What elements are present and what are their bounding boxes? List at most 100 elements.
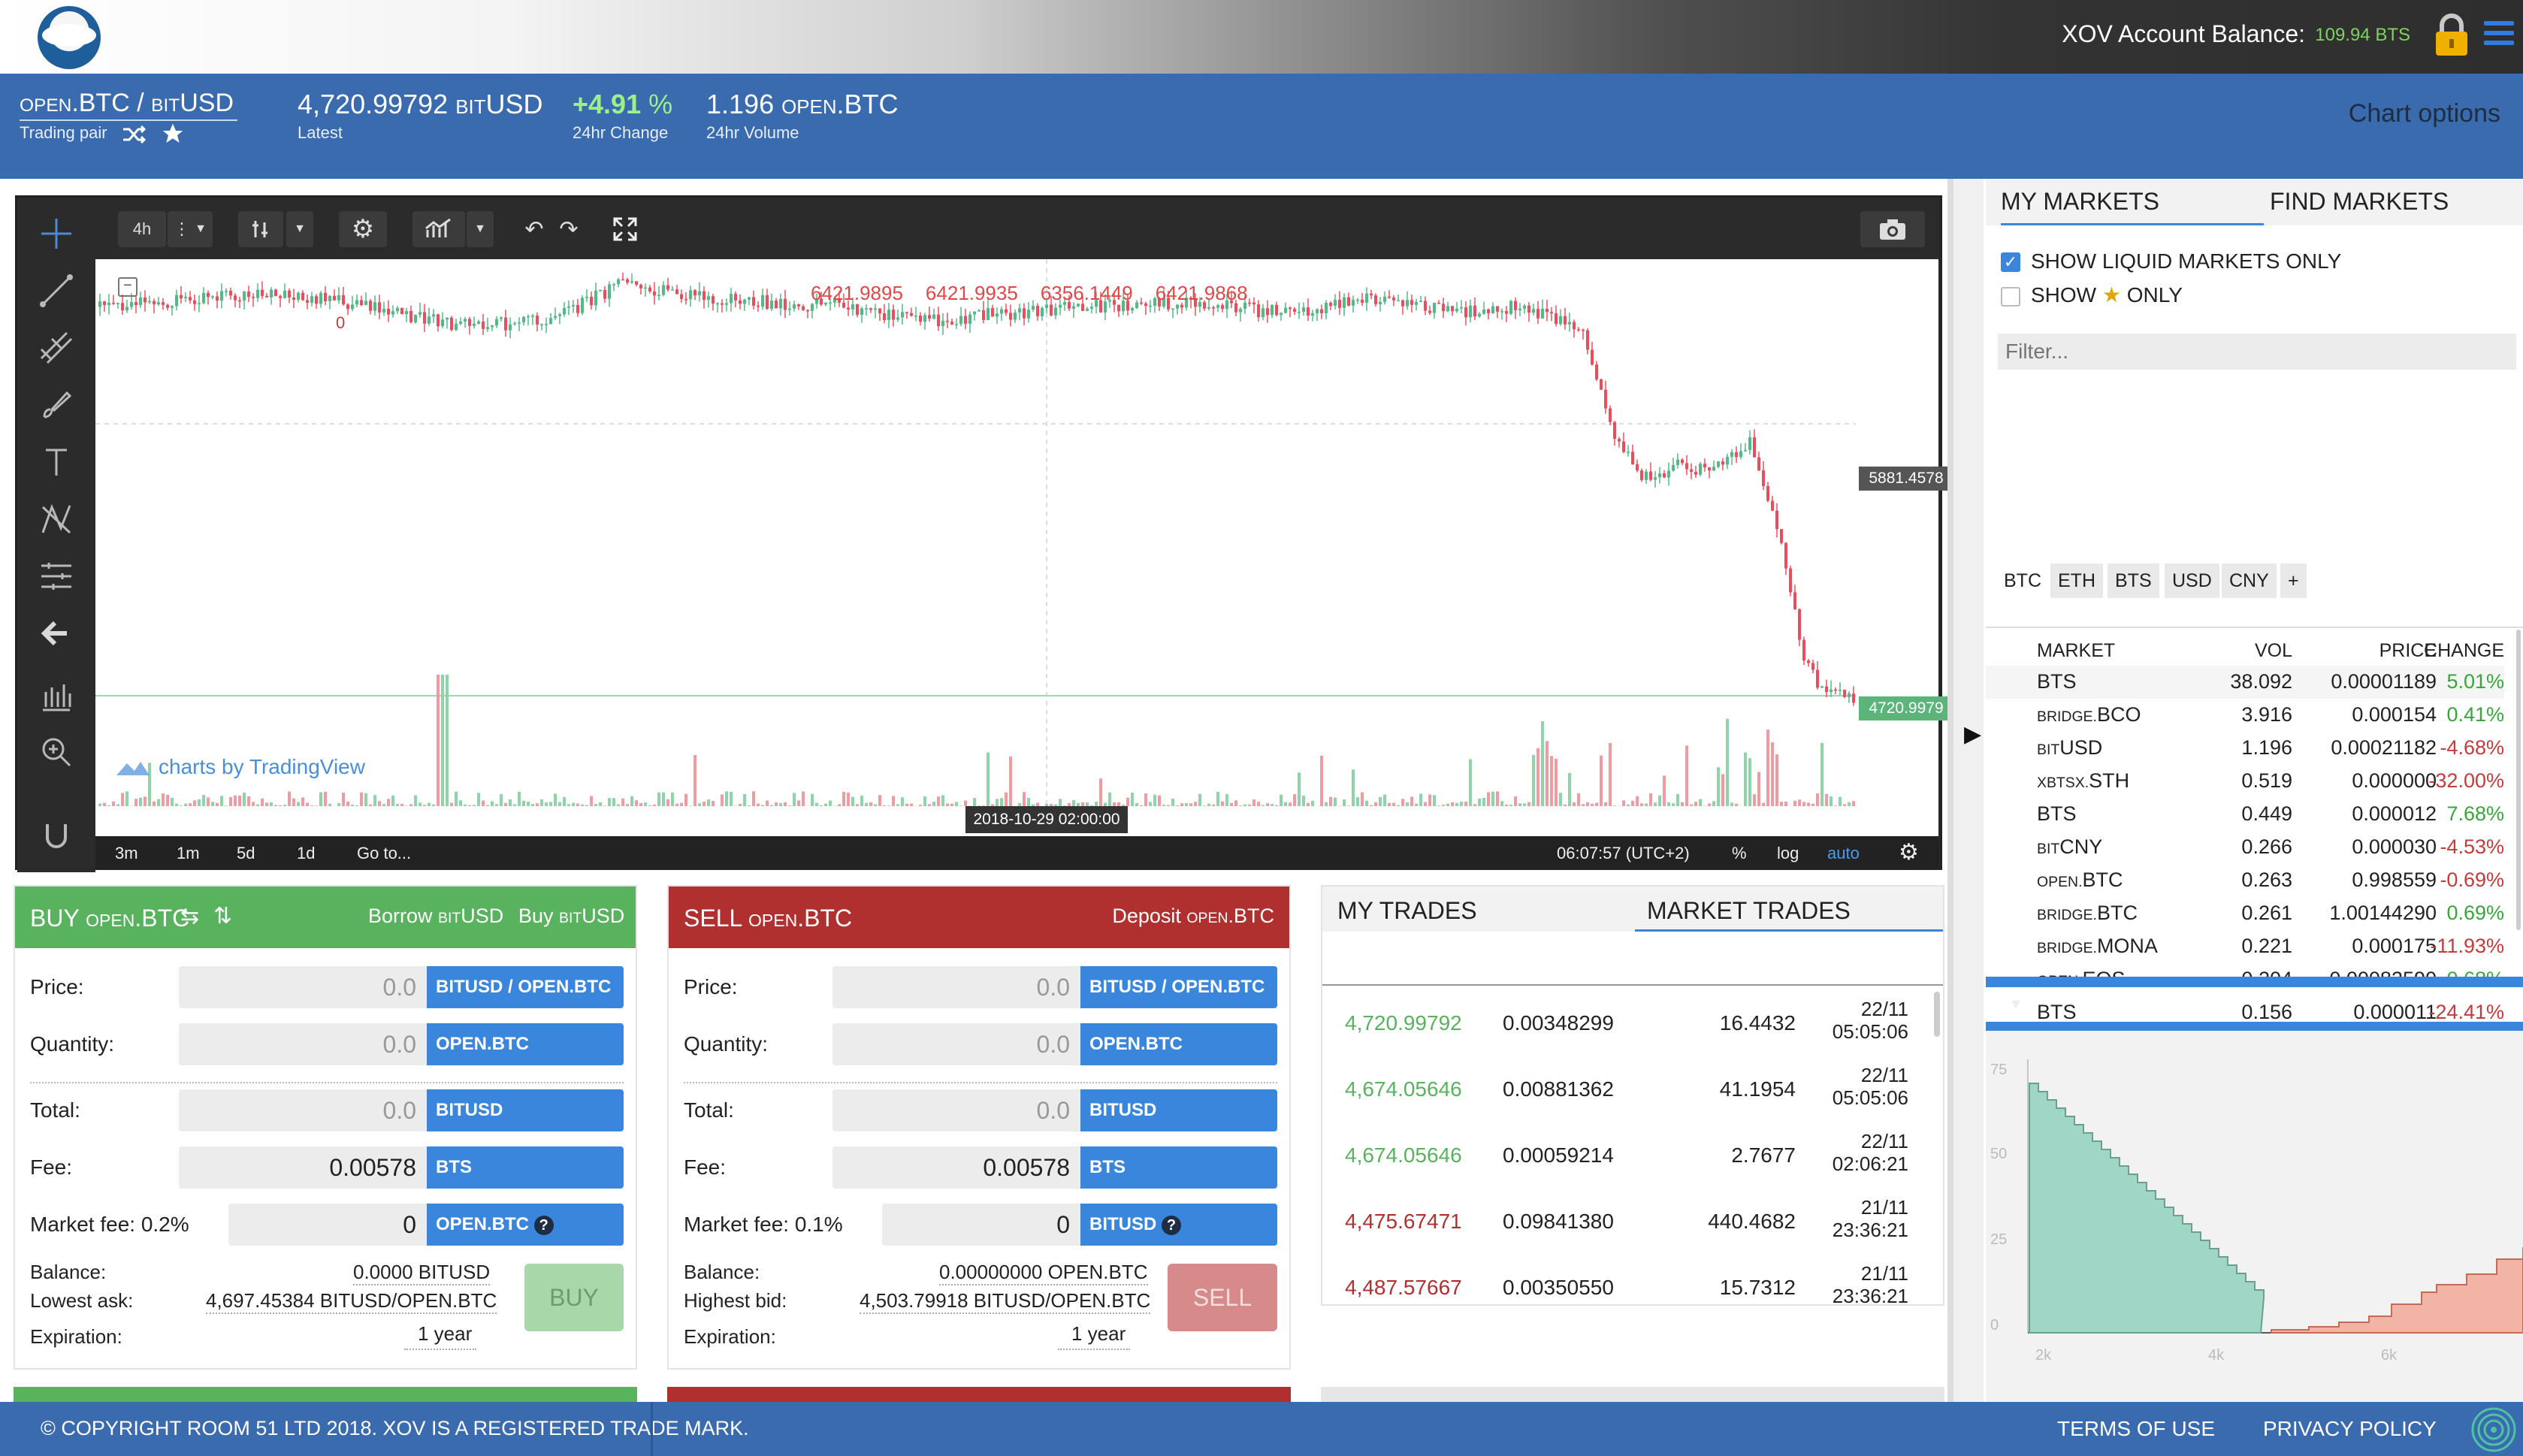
range-1m[interactable]: 1m [177, 844, 200, 863]
percent-scale-toggle[interactable]: % [1732, 844, 1747, 863]
tab-my-markets[interactable]: MY MARKETS [2001, 188, 2264, 225]
market-row[interactable]: BTS 38.092 0.00001189 5.01% [1986, 666, 2504, 699]
sell-button[interactable]: SELL [1168, 1264, 1277, 1331]
chart-type-button[interactable] [238, 211, 283, 247]
range-5d[interactable]: 5d [237, 844, 255, 863]
chart-plot-area[interactable]: − 0 6421.9895 6421.9935 6356.1449 6421.9… [95, 259, 1953, 836]
terms-of-use-link[interactable]: TERMS OF USE [2057, 1417, 2215, 1441]
trade-row[interactable]: 4,674.05646 0.00881362 41.1954 22/11 05:05:0… [1322, 1064, 1943, 1124]
chart-properties-gear-icon[interactable]: ⚙ [1899, 839, 1919, 865]
interval-selector[interactable]: 4h [118, 211, 166, 247]
prediction-tool-icon[interactable] [37, 557, 76, 596]
hamburger-menu-icon[interactable] [2484, 21, 2514, 51]
chart-type-dropdown[interactable]: ▼ [286, 211, 313, 247]
markets-scrollbar[interactable] [2516, 630, 2521, 930]
star-favorite-icon[interactable] [161, 122, 185, 146]
sell-balance-value[interactable]: 0.00000000 OPEN.BTC [939, 1261, 1148, 1285]
market-chip-eth[interactable]: ETH [2050, 563, 2103, 598]
fullscreen-button[interactable] [606, 211, 644, 247]
buy-price-unit[interactable]: BITUSD / OPEN.BTC [427, 966, 624, 1008]
trading-pair-selector[interactable]: OPEN.BTC / BITUSD [20, 89, 237, 121]
market-chip-usd[interactable]: USD [2165, 563, 2219, 598]
sell-total-input[interactable]: 0.0 [832, 1089, 1080, 1131]
market-row[interactable]: BITCNY 0.266 0.000030 -4.53% [1986, 831, 2504, 864]
tab-find-markets[interactable]: FIND MARKETS [2270, 188, 2449, 216]
market-row[interactable]: XBTSX.STH 0.519 0.000000 -32.00% [1986, 765, 2504, 798]
col-market[interactable]: MARKET [2037, 640, 2115, 662]
main-scrollbar[interactable] [1947, 179, 1953, 1403]
market-row[interactable]: BITUSD 1.196 0.00021182 -4.68% [1986, 732, 2504, 765]
sell-price-unit[interactable]: BITUSD / OPEN.BTC [1080, 966, 1277, 1008]
chart-settings-button[interactable]: ⚙ [339, 211, 387, 247]
buy-button[interactable]: BUY [524, 1264, 624, 1331]
borrow-link[interactable]: Borrow bitUSD [368, 905, 503, 928]
tradingview-watermark[interactable]: charts by TradingView [115, 755, 365, 779]
screenshot-button[interactable] [1860, 211, 1925, 247]
back-arrow-icon[interactable] [37, 614, 76, 653]
indicators-button[interactable] [412, 211, 465, 247]
sell-fee-input[interactable]: 0.00578 [832, 1146, 1080, 1189]
flip-pair-icon[interactable] [122, 125, 146, 144]
depth-collapse-arrow-icon[interactable]: ▼ [2008, 996, 2023, 1013]
indicators-dropdown[interactable]: ▼ [467, 211, 494, 247]
measure-icon[interactable] [37, 677, 76, 716]
redo-button[interactable]: ↷ [552, 211, 585, 247]
sort-arrows-icon[interactable]: ⇅ [213, 903, 232, 929]
help-circle-icon[interactable]: ? [1162, 1216, 1182, 1235]
account-balance-value[interactable]: 109.94 BTS [2315, 25, 2410, 46]
trade-row[interactable]: 4,487.57667 0.00350550 15.7312 21/11 23:36:2… [1322, 1262, 1943, 1304]
buy-lowest-ask-value[interactable]: 4,697.45384 BITUSD/OPEN.BTC [206, 1289, 497, 1314]
text-tool-icon[interactable] [37, 443, 76, 482]
range-1d[interactable]: 1d [297, 844, 315, 863]
sell-price-input[interactable]: 0.0 [832, 966, 1080, 1008]
market-row[interactable]: BTS 0.449 0.000012 7.68% [1986, 798, 2504, 831]
market-row[interactable]: BRIDGE.MONA 0.221 0.000175 -11.93% [1986, 930, 2504, 963]
sell-highest-bid-value[interactable]: 4,503.79918 BITUSD/OPEN.BTC [860, 1289, 1151, 1314]
interval-dropdown[interactable]: ⋮ ▼ [168, 211, 213, 247]
magnet-icon[interactable] [37, 817, 76, 856]
buy-quantity-input[interactable]: 0.0 [179, 1023, 427, 1065]
buy-expiration-select[interactable]: 1 year [404, 1322, 477, 1350]
tab-my-trades[interactable]: MY TRADES [1337, 897, 1477, 925]
swap-arrows-icon[interactable]: ⇆ [180, 903, 199, 929]
market-chip-add[interactable]: + [2280, 563, 2307, 598]
buy-price-input[interactable]: 0.0 [179, 966, 427, 1008]
trade-row[interactable]: 4,674.05646 0.00059214 2.7677 22/11 02:06:21 [1322, 1130, 1943, 1190]
deposit-link[interactable]: Deposit OPEN.BTC [1112, 905, 1274, 928]
buy-asset-link[interactable]: Buy bitUSD [518, 905, 624, 928]
market-row[interactable]: BRIDGE.BTC 0.261 1.00144290 0.69% [1986, 897, 2504, 930]
col-vol[interactable]: VOL [2225, 640, 2292, 662]
sell-expiration-select[interactable]: 1 year [1058, 1322, 1131, 1350]
sell-quantity-input[interactable]: 0.0 [832, 1023, 1080, 1065]
sell-quantity-unit[interactable]: OPEN.BTC [1080, 1023, 1277, 1065]
trade-row[interactable]: 4,720.99792 0.00348299 16.4432 22/11 05:05:0… [1322, 998, 1943, 1058]
logo-icon[interactable] [38, 6, 101, 69]
buy-balance-value[interactable]: 0.0000 BITUSD [353, 1261, 491, 1285]
trades-scrollbar[interactable] [1934, 992, 1940, 1037]
log-scale-toggle[interactable]: log [1777, 844, 1799, 863]
lock-icon[interactable] [2433, 14, 2470, 57]
market-filter-input[interactable] [1998, 334, 2516, 370]
fib-tool-icon[interactable] [37, 328, 76, 367]
go-to-date-button[interactable]: Go to... [357, 844, 411, 863]
price-chart[interactable]: 4h ⋮ ▼ ▼ ⚙ ▼ ↶ ↷ − 0 6421.9895 6421.9935… [15, 195, 1953, 872]
tab-market-trades[interactable]: MARKET TRADES [1635, 897, 1943, 932]
sell-fee-asset-select[interactable]: BTS [1080, 1146, 1277, 1189]
pattern-tool-icon[interactable] [37, 500, 76, 539]
trend-line-icon[interactable] [37, 271, 76, 310]
range-3m[interactable]: 3m [115, 844, 138, 863]
market-chip-cny[interactable]: CNY [2222, 563, 2277, 598]
sell-total-unit[interactable]: BITUSD [1080, 1089, 1277, 1131]
zoom-in-icon[interactable] [37, 733, 76, 772]
market-row[interactable]: OPEN.BTC 0.263 0.998559 -0.69% [1986, 864, 2504, 897]
market-chip-btc[interactable]: BTC [1996, 563, 2049, 598]
chart-clock[interactable]: 06:07:57 (UTC+2) [1557, 844, 1690, 863]
help-circle-icon[interactable]: ? [533, 1216, 554, 1235]
starred-only-checkbox[interactable] [2001, 287, 2020, 307]
auto-scale-toggle[interactable]: auto [1827, 844, 1860, 863]
liquid-markets-checkbox[interactable]: ✓ [2001, 252, 2020, 272]
market-chip-bts[interactable]: BTS [2108, 563, 2159, 598]
collapse-legend-icon[interactable]: − [118, 277, 137, 297]
crosshair-icon[interactable] [37, 214, 76, 253]
undo-button[interactable]: ↶ [518, 211, 551, 247]
